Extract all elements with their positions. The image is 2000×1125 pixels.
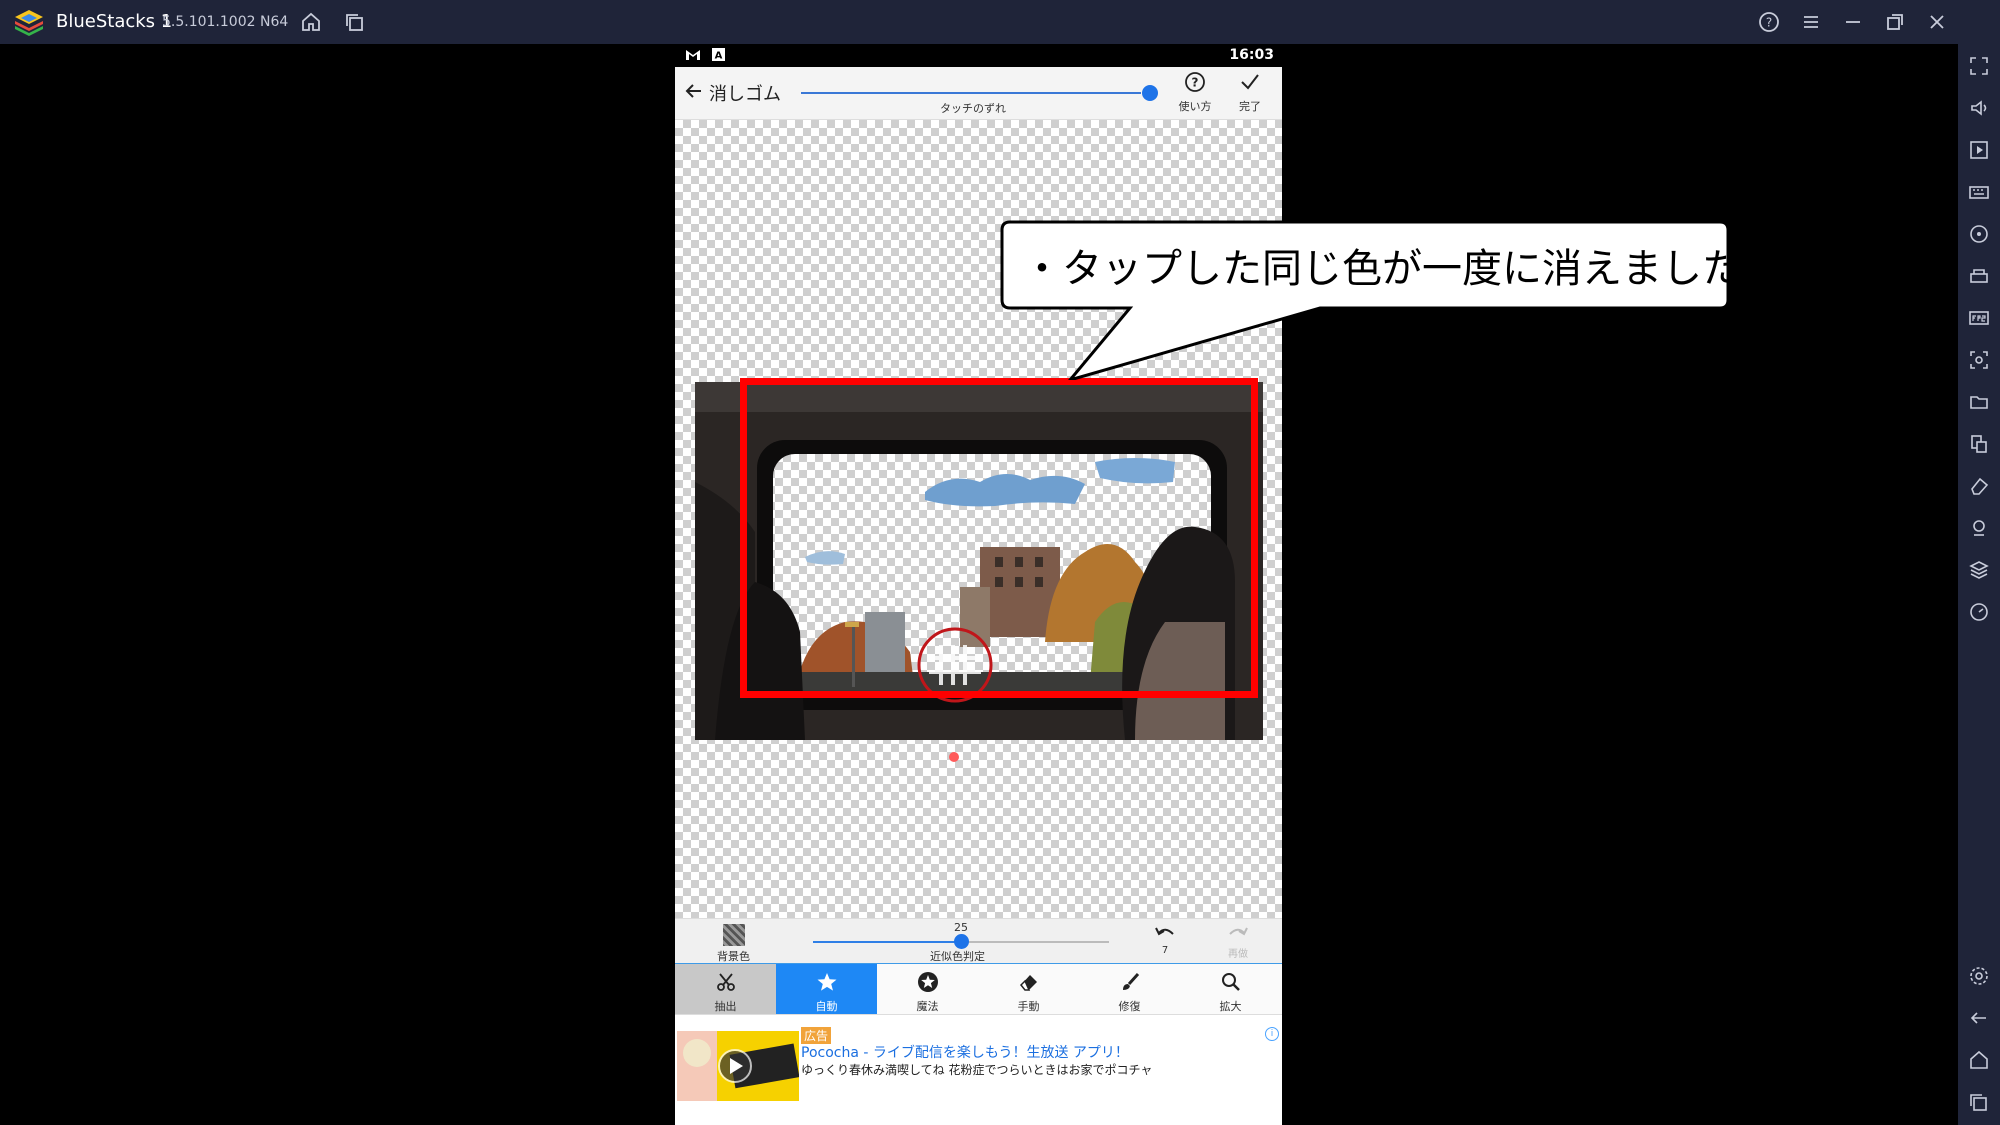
bluestacks-logo-icon xyxy=(14,8,44,36)
tab-zoom-label: 拡大 xyxy=(1219,1000,1242,1013)
touch-point-indicator xyxy=(949,752,959,762)
folder-icon[interactable] xyxy=(1968,391,1990,413)
home-icon[interactable] xyxy=(300,11,322,33)
undo-count: 7 xyxy=(1161,945,1169,956)
tab-auto[interactable]: 自動 xyxy=(776,964,877,1014)
star-icon xyxy=(817,973,836,991)
tab-manual-label: 手動 xyxy=(1017,1000,1040,1013)
touch-offset-slider-track[interactable] xyxy=(801,92,1141,94)
recent-apps-icon[interactable] xyxy=(1968,1091,1990,1113)
undo-icon xyxy=(1155,927,1174,936)
media-manager-icon[interactable] xyxy=(1968,139,1990,161)
similarity-label: 近似色判定 xyxy=(930,950,985,963)
fps-icon[interactable] xyxy=(1968,307,1990,329)
question-circle-icon: ? xyxy=(1185,72,1205,92)
ad-description: ゆっくり春休み満喫してね 花粉症でつらいときはお家でポコチャ xyxy=(801,1063,1153,1077)
undo-button[interactable]: 7 xyxy=(1150,925,1180,956)
tool-options-row: 背景色 25 近似色判定 7 再做 xyxy=(675,918,1282,965)
eco-mode-icon[interactable] xyxy=(1968,601,1990,623)
touch-offset-label: タッチのずれ xyxy=(940,102,1006,115)
app-version: 5.5.101.1002 N64 xyxy=(162,14,289,30)
fullscreen-icon[interactable] xyxy=(1968,55,1990,77)
ad-info-icon[interactable]: i xyxy=(1265,1027,1279,1041)
restore-icon[interactable] xyxy=(1884,11,1906,33)
eraser-icon xyxy=(1019,975,1037,991)
right-sidebar xyxy=(1958,44,2000,1125)
redo-button[interactable]: 再做 xyxy=(1223,925,1253,960)
background-color-label: 背景色 xyxy=(717,950,750,963)
similarity-value: 25 xyxy=(954,921,968,934)
redo-icon xyxy=(1229,927,1248,936)
settings-gear-icon[interactable] xyxy=(1968,965,1990,987)
back-arrow-icon[interactable] xyxy=(1968,1007,1990,1029)
svg-text:?: ? xyxy=(1766,16,1772,30)
magnifier-icon xyxy=(1221,973,1240,991)
highlight-frame xyxy=(740,378,1258,698)
star-circle-icon xyxy=(917,972,938,992)
ad-title[interactable]: Pococha - ライブ配信を楽しもう！生放送 アプリ！ xyxy=(801,1042,1129,1062)
close-icon[interactable] xyxy=(1926,11,1948,33)
notification-a-icon: A xyxy=(712,48,725,61)
tab-extract[interactable]: 抽出 xyxy=(675,964,776,1014)
layers-icon[interactable] xyxy=(1968,559,1990,581)
location-icon[interactable] xyxy=(1968,517,1990,539)
page-title: 消しゴム xyxy=(709,84,781,105)
screenshot-icon[interactable] xyxy=(1968,349,1990,371)
minimize-icon[interactable] xyxy=(1842,11,1864,33)
tab-magic-label: 魔法 xyxy=(916,1000,939,1013)
scissors-icon xyxy=(716,973,735,991)
callout-text: ・タップした同じ色が一度に消えました xyxy=(1022,246,1742,292)
status-bar: A 16:03 xyxy=(675,44,1282,67)
multi-instance-icon[interactable] xyxy=(344,11,366,33)
eraser-toolbar: 消しゴム タッチのずれ ? 使い方 完了 xyxy=(675,67,1282,120)
rotate-icon[interactable] xyxy=(1968,223,1990,245)
tab-manual[interactable]: 手動 xyxy=(978,964,1079,1014)
ad-banner[interactable]: 広告 Pococha - ライブ配信を楽しもう！生放送 アプリ！ ゆっくり春休み… xyxy=(675,1015,1282,1125)
volume-icon[interactable] xyxy=(1968,97,1990,119)
similarity-slider-handle[interactable] xyxy=(954,934,969,949)
status-time: 16:03 xyxy=(1229,47,1274,63)
android-home-icon[interactable] xyxy=(1968,1049,1990,1071)
brush-icon xyxy=(1122,972,1139,990)
svg-text:?: ? xyxy=(1192,76,1199,90)
ad-video-thumbnail[interactable] xyxy=(677,1031,799,1101)
gmail-icon xyxy=(686,50,700,60)
checkmark-icon xyxy=(1241,74,1259,90)
done-button[interactable]: 完了 xyxy=(1228,71,1272,117)
touch-offset-slider-handle[interactable] xyxy=(1142,85,1158,101)
svg-text:A: A xyxy=(715,51,723,62)
help-button[interactable]: ? 使い方 xyxy=(1173,71,1217,117)
tab-extract-label: 抽出 xyxy=(714,1000,737,1013)
help-label: 使い方 xyxy=(1178,100,1212,113)
done-label: 完了 xyxy=(1239,100,1261,113)
eraser-sidebar-icon[interactable] xyxy=(1968,475,1990,497)
help-circle-icon[interactable]: ? xyxy=(1758,11,1780,33)
similarity-slider-fill xyxy=(813,941,961,943)
tab-zoom[interactable]: 拡大 xyxy=(1180,964,1281,1014)
title-bar: BlueStacks 1 5.5.101.1002 N64 ? xyxy=(0,0,2000,44)
keyboard-icon[interactable] xyxy=(1968,181,1990,203)
tab-repair[interactable]: 修復 xyxy=(1079,964,1180,1014)
tab-auto-label: 自動 xyxy=(815,1000,838,1013)
menu-icon[interactable] xyxy=(1800,11,1822,33)
copy-icon[interactable] xyxy=(1968,433,1990,455)
background-color-swatch[interactable] xyxy=(723,924,745,946)
game-controls-icon[interactable] xyxy=(1968,265,1990,287)
redo-label: 再做 xyxy=(1228,949,1248,960)
tab-repair-label: 修復 xyxy=(1118,1000,1141,1013)
back-arrow-icon[interactable] xyxy=(684,81,704,101)
mode-tab-bar: 抽出 自動 魔法 手動 修復 拡大 xyxy=(675,964,1282,1015)
app-name: BlueStacks 1 xyxy=(56,11,173,32)
tab-magic[interactable]: 魔法 xyxy=(877,964,978,1014)
